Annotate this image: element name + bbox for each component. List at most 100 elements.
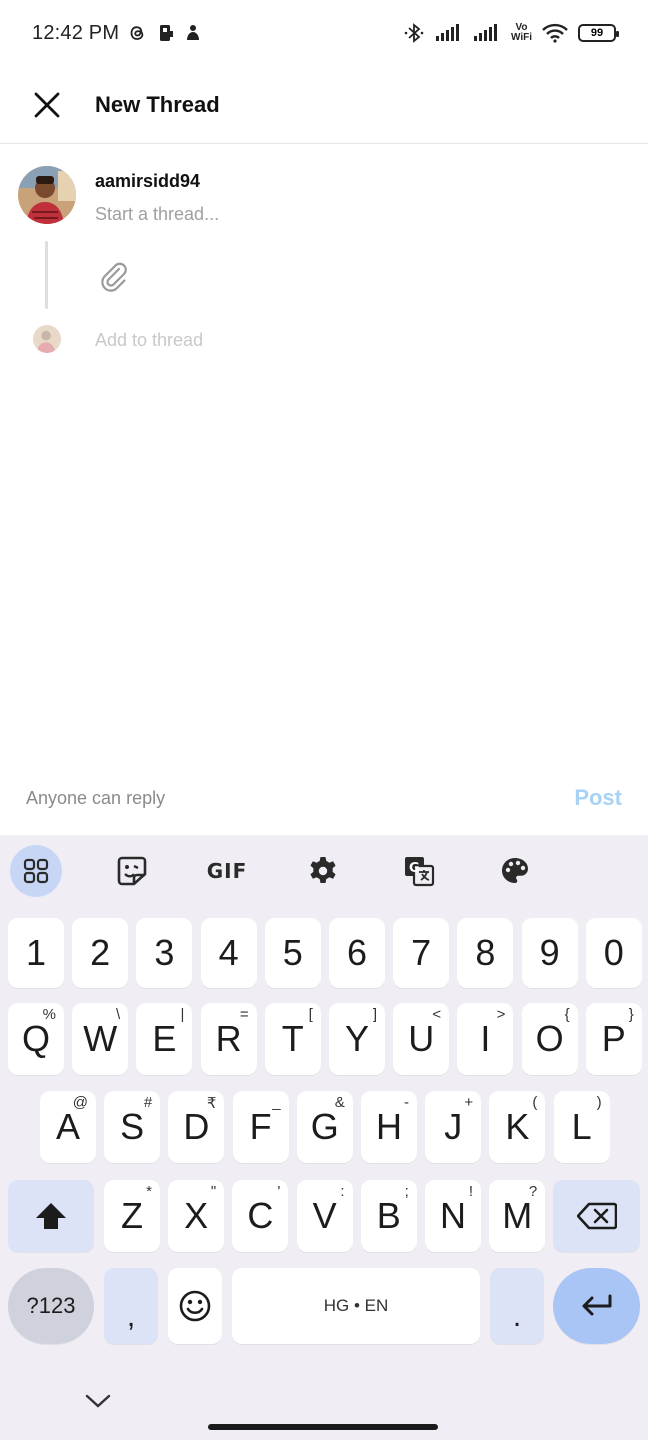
- space-key[interactable]: HG • EN: [232, 1268, 480, 1344]
- key-label: E: [152, 1018, 177, 1059]
- username: aamirsidd94: [95, 171, 201, 191]
- backspace-icon: [576, 1202, 617, 1230]
- key-w[interactable]: W \: [72, 1003, 129, 1075]
- key-label: O: [535, 1018, 564, 1059]
- close-button[interactable]: [23, 81, 71, 129]
- key-g[interactable]: G &: [296, 1091, 353, 1163]
- key-8[interactable]: 8: [457, 918, 514, 988]
- key-label: T: [281, 1018, 304, 1059]
- key-j[interactable]: J +: [425, 1091, 482, 1163]
- key-hint: ]: [372, 1006, 377, 1023]
- thread-connector-line: [45, 241, 48, 309]
- translate-button[interactable]: G: [393, 845, 445, 897]
- key-3[interactable]: 3: [136, 918, 193, 988]
- key-label: X: [184, 1195, 209, 1236]
- key-q[interactable]: Q%: [8, 1003, 64, 1075]
- key-label: M: [502, 1195, 533, 1236]
- key-o[interactable]: O{: [521, 1003, 578, 1075]
- key-y[interactable]: Y]: [329, 1003, 385, 1075]
- key-n[interactable]: N!: [425, 1180, 481, 1252]
- symbols-key[interactable]: ?123: [8, 1268, 94, 1344]
- hide-keyboard-button[interactable]: [82, 1386, 114, 1416]
- settings-icon: [310, 857, 336, 883]
- key-4[interactable]: 4: [200, 918, 257, 988]
- notification-icon: [185, 23, 201, 43]
- chevron-down-icon: [85, 1394, 111, 1408]
- key-l[interactable]: L): [553, 1091, 610, 1163]
- theme-button[interactable]: [489, 845, 541, 897]
- key-f[interactable]: F _: [232, 1091, 289, 1163]
- key-u[interactable]: U <: [393, 1003, 450, 1075]
- key-label: P: [601, 1018, 626, 1059]
- key-hint: -: [404, 1094, 409, 1111]
- key-label: Y: [344, 1018, 369, 1059]
- key-label: D: [183, 1106, 210, 1147]
- key-i[interactable]: I >: [457, 1003, 514, 1075]
- key-hint: _: [272, 1094, 281, 1111]
- key-label: S: [120, 1106, 145, 1147]
- key-r[interactable]: R =: [200, 1003, 257, 1075]
- key-6[interactable]: 6: [329, 918, 385, 988]
- key-label: A: [55, 1106, 80, 1147]
- key-d[interactable]: D ₹: [168, 1091, 225, 1163]
- keyboard-settings-button[interactable]: [297, 845, 349, 897]
- key-c[interactable]: C ': [232, 1180, 289, 1252]
- enter-key[interactable]: [553, 1268, 640, 1344]
- key-t[interactable]: T[: [264, 1003, 321, 1075]
- add-to-thread[interactable]: Add to thread: [95, 330, 203, 351]
- thread-text-input[interactable]: [95, 204, 595, 225]
- key-label: 1: [25, 932, 47, 973]
- key-hint: ;: [404, 1183, 409, 1200]
- key-label: V: [312, 1195, 337, 1236]
- key-label: K: [505, 1106, 530, 1147]
- apps-grid-button[interactable]: [10, 845, 62, 897]
- sticker-button[interactable]: [106, 845, 158, 897]
- emoji-key[interactable]: [168, 1268, 222, 1344]
- key-h[interactable]: H-: [361, 1091, 417, 1163]
- key-z[interactable]: Z *: [104, 1180, 160, 1252]
- key-p[interactable]: P}: [585, 1003, 642, 1075]
- paperclip-icon: [101, 262, 127, 292]
- post-button[interactable]: Post: [574, 785, 622, 811]
- gif-button[interactable]: GIF: [201, 845, 253, 897]
- key-b[interactable]: B;: [360, 1180, 417, 1252]
- avatar[interactable]: [18, 166, 76, 224]
- key-hint: |: [180, 1006, 185, 1023]
- key-k[interactable]: K(: [489, 1091, 546, 1163]
- key-2[interactable]: 2: [72, 918, 129, 988]
- key-s[interactable]: S #: [104, 1091, 161, 1163]
- shift-key[interactable]: [8, 1180, 94, 1252]
- small-avatar: [33, 325, 61, 353]
- vowifi-label: Vo WiFi: [511, 23, 532, 43]
- key-hint: %: [42, 1006, 56, 1023]
- key-label: N: [440, 1195, 466, 1236]
- key-9[interactable]: 9: [521, 918, 578, 988]
- key-label: F: [249, 1106, 272, 1147]
- signal-icon: [473, 24, 501, 42]
- close-icon: [34, 92, 60, 117]
- key-1[interactable]: 1: [8, 918, 64, 988]
- gif-icon: GIF: [206, 859, 248, 883]
- key-7[interactable]: 7: [393, 918, 450, 988]
- backspace-key[interactable]: [553, 1180, 640, 1252]
- reply-setting-button[interactable]: Anyone can reply: [26, 788, 165, 809]
- key-x[interactable]: X ": [168, 1180, 225, 1252]
- key-v[interactable]: V:: [296, 1180, 353, 1252]
- key-label: J: [444, 1106, 463, 1147]
- key-e[interactable]: E |: [136, 1003, 193, 1075]
- period-key[interactable]: .: [490, 1268, 544, 1344]
- key-a[interactable]: A @: [40, 1091, 96, 1163]
- keyboard: GIF G 1 2 3 4 5 6 7 8 9 0 Q% W \ E | R = T[Y] U < I > O{P} A @ S #…: [0, 835, 648, 1440]
- key-5[interactable]: 5: [264, 918, 321, 988]
- apps-grid-icon: [23, 858, 49, 884]
- key-m[interactable]: M?: [489, 1180, 546, 1252]
- home-indicator[interactable]: [208, 1424, 438, 1430]
- attach-button[interactable]: [96, 256, 132, 296]
- key-0[interactable]: 0: [585, 918, 642, 988]
- status-time: 12:42 PM: [32, 21, 120, 44]
- bluetooth-icon: [403, 22, 425, 44]
- page-title: New Thread: [95, 91, 220, 117]
- comma-key[interactable]: ,: [104, 1268, 158, 1344]
- key-hint: &: [334, 1094, 345, 1111]
- key-label: 7: [411, 932, 432, 973]
